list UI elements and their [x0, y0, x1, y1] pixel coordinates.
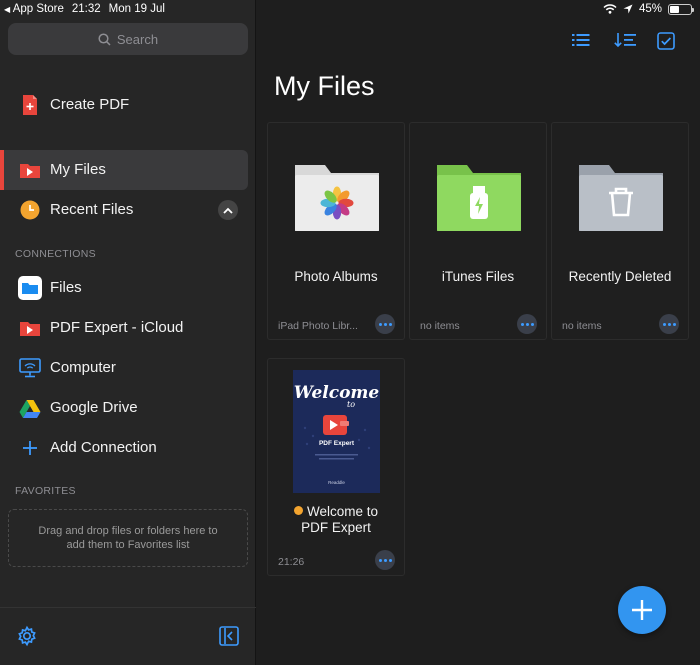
photos-folder-icon [293, 161, 381, 233]
sidebar-footer [0, 607, 256, 665]
status-bar-right: 45% [603, 3, 694, 15]
create-pdf-button[interactable]: Create PDF [0, 85, 248, 125]
connections-heading: CONNECTIONS [15, 248, 96, 260]
thumb-app-name: PDF Expert [318, 440, 355, 447]
add-connection-button[interactable]: Add Connection [0, 428, 248, 468]
folder-name: Photo Albums [294, 269, 378, 284]
pdf-expert-folder-icon [18, 158, 42, 182]
folder-card-itunes-files[interactable]: iTunes Files no items [409, 122, 547, 340]
create-pdf-icon [18, 93, 42, 117]
sidebar-item-label: Computer [50, 359, 116, 376]
folder-card-photo-albums[interactable]: Photo Albums iPad Photo Libr... [267, 122, 405, 340]
sidebar-item-label: Recent Files [50, 201, 134, 218]
document-meta: 21:26 [278, 556, 305, 568]
list-view-button[interactable] [572, 32, 592, 52]
plus-icon [18, 436, 42, 460]
plus-icon [632, 600, 652, 620]
sidebar-item-label: Google Drive [50, 399, 138, 416]
add-button[interactable] [618, 586, 666, 634]
wifi-icon [603, 4, 617, 14]
google-drive-icon [18, 396, 42, 420]
document-card-welcome[interactable]: Welcome to PDF Expert Readdle Welcome to… [267, 358, 405, 576]
back-to-app-link[interactable]: ◀ App Store [4, 3, 64, 15]
computer-icon [18, 356, 42, 380]
collapse-recent-button[interactable] [218, 200, 238, 220]
document-name-line1: Welcome to [306, 504, 379, 519]
favorites-heading: FAVORITES [15, 485, 76, 497]
location-icon [623, 4, 633, 14]
document-name: Welcome to PDF Expert [268, 504, 404, 536]
gear-icon [18, 625, 36, 647]
document-name-line2: PDF Expert [301, 520, 371, 535]
sidebar-item-pdf-expert-icloud[interactable]: PDF Expert - iCloud [0, 308, 248, 348]
sidebar-item-computer[interactable]: Computer [0, 348, 248, 388]
more-options-button[interactable] [517, 314, 537, 334]
more-options-button[interactable] [375, 550, 395, 570]
list-icon [572, 34, 590, 46]
itunes-usb-folder-icon [435, 161, 523, 233]
sidebar-item-label: My Files [50, 161, 106, 178]
sidebar-item-label: Add Connection [50, 439, 157, 456]
thumb-to: to [347, 400, 356, 409]
thumb-title: Welcome [293, 383, 380, 403]
select-button[interactable] [657, 32, 677, 52]
more-options-button[interactable] [659, 314, 679, 334]
page-title: My Files [274, 71, 375, 101]
main-content: 45% My Files Photo Albums iPad Photo Lib… [256, 0, 700, 665]
checkbox-icon [657, 32, 675, 50]
sidebar-collapse-icon [219, 626, 239, 646]
battery-percent: 45% [638, 3, 662, 15]
settings-button[interactable] [16, 625, 38, 647]
document-thumbnail: Welcome to PDF Expert Readdle [293, 370, 380, 493]
clock-icon [18, 198, 42, 222]
folder-meta: no items [420, 320, 460, 332]
battery-level [670, 5, 679, 13]
app-window: ◀ App Store 21:32 Mon 19 Jul Search Crea… [0, 0, 700, 665]
sidebar-item-label: Files [50, 279, 82, 296]
create-pdf-label: Create PDF [50, 96, 130, 113]
folder-name: Recently Deleted [568, 269, 672, 284]
sort-icon [614, 33, 636, 48]
pdf-expert-icloud-icon [18, 316, 42, 340]
thumb-brand: Readdle [328, 480, 345, 485]
battery-icon [668, 3, 694, 15]
sidebar-item-recent-files[interactable]: Recent Files [0, 190, 248, 230]
sort-button[interactable] [614, 32, 636, 52]
folder-card-recently-deleted[interactable]: Recently Deleted no items [551, 122, 689, 340]
sidebar-item-files[interactable]: Files [0, 268, 248, 308]
unread-dot [293, 506, 303, 515]
search-placeholder: Search [116, 31, 159, 47]
status-bar-left: ◀ App Store 21:32 Mon 19 Jul [4, 3, 165, 15]
favorites-drop-zone[interactable]: Drag and drop files or folders here to a… [8, 509, 248, 567]
status-time: 21:32 [71, 3, 101, 15]
favorites-hint: Drag and drop files or folders here to a… [38, 525, 218, 551]
files-app-icon [18, 276, 42, 300]
folder-meta: no items [562, 320, 602, 332]
search-icon [98, 32, 111, 46]
sidebar: ◀ App Store 21:32 Mon 19 Jul Search Crea… [0, 0, 256, 665]
sidebar-item-my-files[interactable]: My Files [0, 150, 248, 190]
more-options-button[interactable] [375, 314, 395, 334]
folder-name: iTunes Files [441, 269, 515, 284]
trash-folder-icon [577, 161, 665, 233]
collapse-sidebar-button[interactable] [218, 625, 240, 647]
sidebar-item-label: PDF Expert - iCloud [50, 319, 184, 336]
search-input[interactable]: Search [8, 23, 248, 55]
chevron-up-icon [223, 207, 233, 214]
sidebar-item-google-drive[interactable]: Google Drive [0, 388, 248, 428]
folder-meta: iPad Photo Libr... [278, 320, 358, 332]
status-date: Mon 19 Jul [108, 3, 165, 15]
